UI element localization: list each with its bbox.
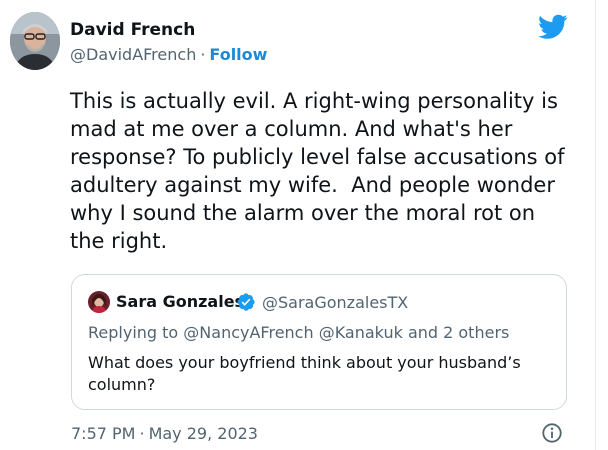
quoted-avatar-photo bbox=[88, 291, 110, 313]
quoted-tweet[interactable]: Sara Gonzales @SaraGonzalesTX Replying t… bbox=[71, 274, 567, 410]
mention-link[interactable]: @NancyAFrench bbox=[183, 323, 313, 342]
tweet-timestamp[interactable]: 7:57 PM · May 29, 2023 bbox=[71, 424, 258, 443]
tweet-text-line: why I sound the alarm over the moral rot… bbox=[70, 201, 536, 225]
replying-to-label: Replying to bbox=[88, 323, 179, 342]
tweet-text-line: mad at me over a column. And what's her bbox=[70, 117, 513, 141]
tweet-time: 7:57 PM bbox=[71, 424, 136, 443]
others-label[interactable]: and 2 others bbox=[408, 323, 509, 342]
avatar-photo bbox=[10, 12, 60, 70]
quoted-author-name[interactable]: Sara Gonzales bbox=[116, 292, 244, 311]
author-handle[interactable]: @DavidAFrench bbox=[70, 45, 196, 64]
tweet-text-line: response? To publicly level false accusa… bbox=[70, 145, 565, 169]
author-meta: @DavidAFrench · Follow bbox=[70, 45, 267, 64]
verified-badge-icon bbox=[237, 293, 255, 311]
meta-separator: · bbox=[200, 45, 206, 64]
tweet-date: May 29, 2023 bbox=[148, 424, 258, 443]
timestamp-separator: · bbox=[139, 424, 145, 443]
tweet-text: This is actually evil. A right-wing pers… bbox=[70, 87, 570, 255]
follow-button[interactable]: Follow bbox=[209, 45, 267, 64]
tweet-card: David French @DavidAFrench · Follow This i… bbox=[0, 0, 596, 450]
tweet-text-line: the right. bbox=[70, 229, 168, 253]
tweet-text-line: adultery against my wife. And people won… bbox=[70, 173, 555, 197]
replying-to-line: Replying to @NancyAFrench @Kanakuk and 2… bbox=[88, 323, 509, 342]
quoted-author-handle[interactable]: @SaraGonzalesTX bbox=[262, 293, 408, 312]
quoted-author-avatar[interactable] bbox=[88, 291, 110, 313]
author-avatar[interactable] bbox=[10, 12, 60, 70]
tweet-text-line: This is actually evil. A right-wing pers… bbox=[70, 89, 558, 113]
quoted-text-line: What does your boyfriend think about you… bbox=[88, 353, 521, 372]
twitter-bird-icon[interactable] bbox=[538, 14, 568, 40]
quoted-tweet-text: What does your boyfriend think about you… bbox=[88, 352, 548, 396]
quoted-text-line: column? bbox=[88, 375, 156, 394]
info-icon[interactable] bbox=[541, 422, 563, 444]
mention-link[interactable]: @Kanakuk bbox=[319, 323, 403, 342]
author-name[interactable]: David French bbox=[70, 20, 195, 40]
